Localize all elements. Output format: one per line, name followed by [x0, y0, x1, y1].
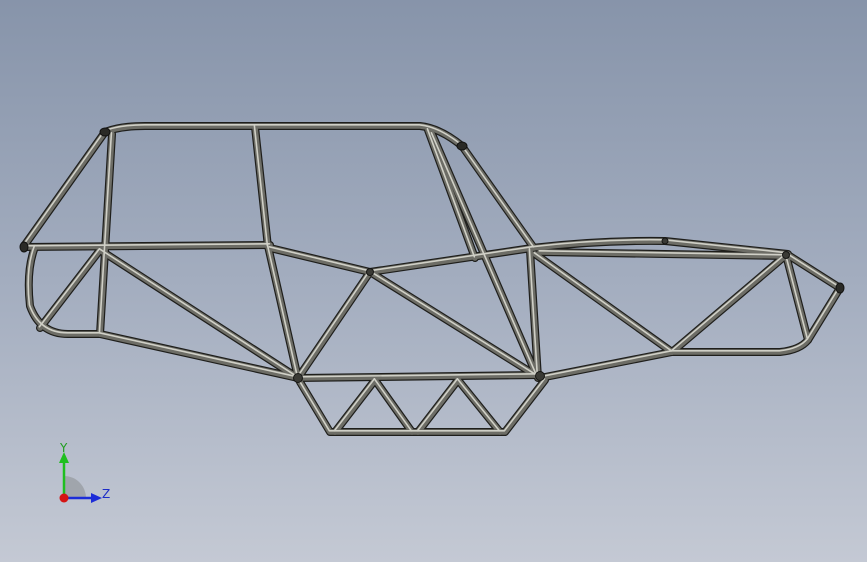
z-arrow-head	[91, 493, 102, 503]
tube-end-front-nose	[19, 241, 29, 253]
weld-node	[535, 371, 545, 381]
y-axis-label: Y	[60, 441, 68, 455]
graphics-viewport[interactable]: Y Z	[0, 0, 867, 562]
triad-graphic	[59, 452, 102, 503]
x-axis-dot	[59, 493, 69, 503]
weld-node	[661, 237, 669, 245]
tube-end-rear	[835, 282, 845, 294]
triad-plane-shade	[64, 476, 86, 498]
reference-triad[interactable]: Y Z	[40, 438, 130, 518]
roll-cage-model[interactable]	[0, 0, 867, 562]
tube-end-front-top	[99, 127, 111, 137]
weld-node	[293, 373, 303, 383]
tube-end-roof-rear	[456, 141, 468, 151]
z-axis-label: Z	[102, 487, 111, 501]
weld-node	[366, 268, 374, 276]
weld-node	[782, 251, 790, 259]
